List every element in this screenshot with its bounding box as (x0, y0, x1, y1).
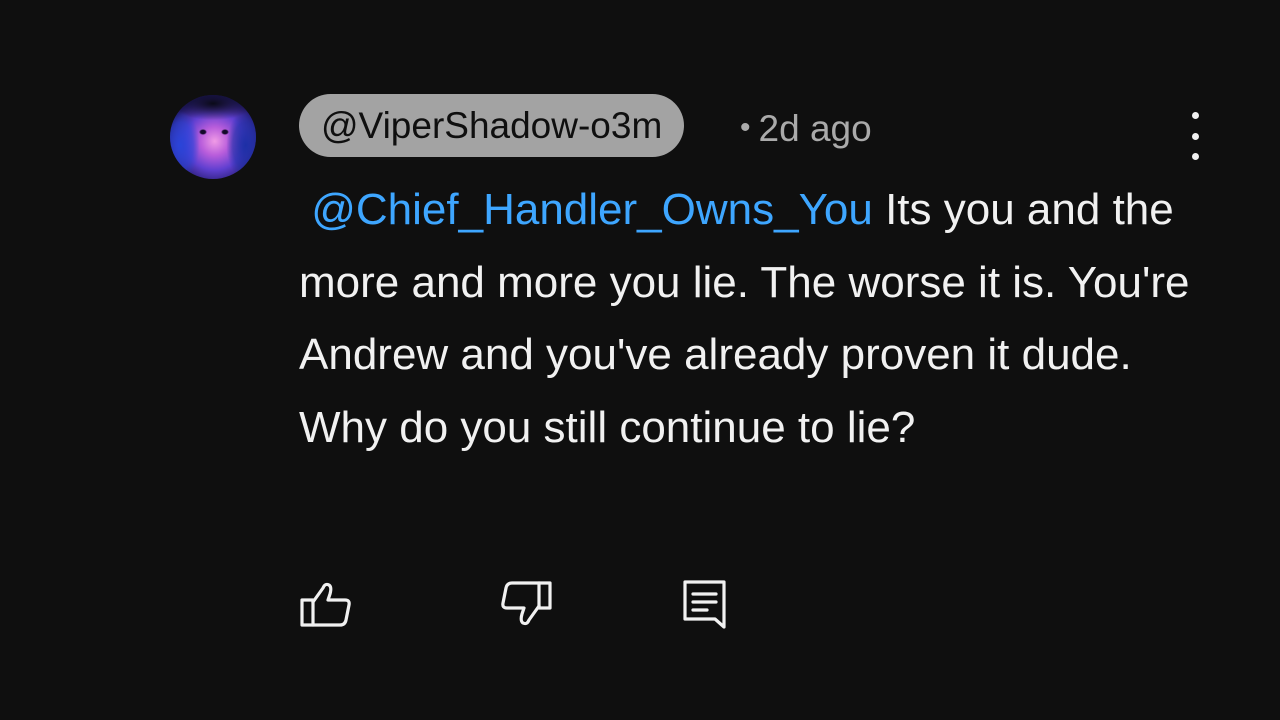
avatar-face (198, 129, 230, 135)
avatar-image (170, 95, 256, 179)
thumbs-down-icon (501, 581, 552, 626)
like-button[interactable] (298, 576, 354, 632)
comment-text-first-line: Its you and (885, 185, 1101, 234)
dislike-button[interactable] (498, 576, 554, 632)
more-dot (1191, 132, 1199, 140)
more-vertical-icon[interactable] (1180, 112, 1210, 160)
comment-meta: • 2d ago (740, 106, 872, 151)
comment-text: @Chief_Handler_Owns_You Its you and the … (299, 174, 1199, 464)
more-dot (1191, 112, 1199, 119)
thumbs-up-icon (300, 582, 351, 627)
mention-link[interactable]: @Chief_Handler_Owns_You (311, 185, 873, 234)
comment-timestamp: 2d ago (758, 108, 872, 149)
reply-button[interactable] (676, 576, 732, 632)
author-name-chip[interactable]: @ViperShadow-o3m (299, 94, 685, 157)
more-dot (1191, 153, 1199, 160)
meta-separator: • (740, 111, 751, 144)
avatar[interactable] (170, 95, 256, 179)
reply-comment-icon (683, 580, 726, 629)
